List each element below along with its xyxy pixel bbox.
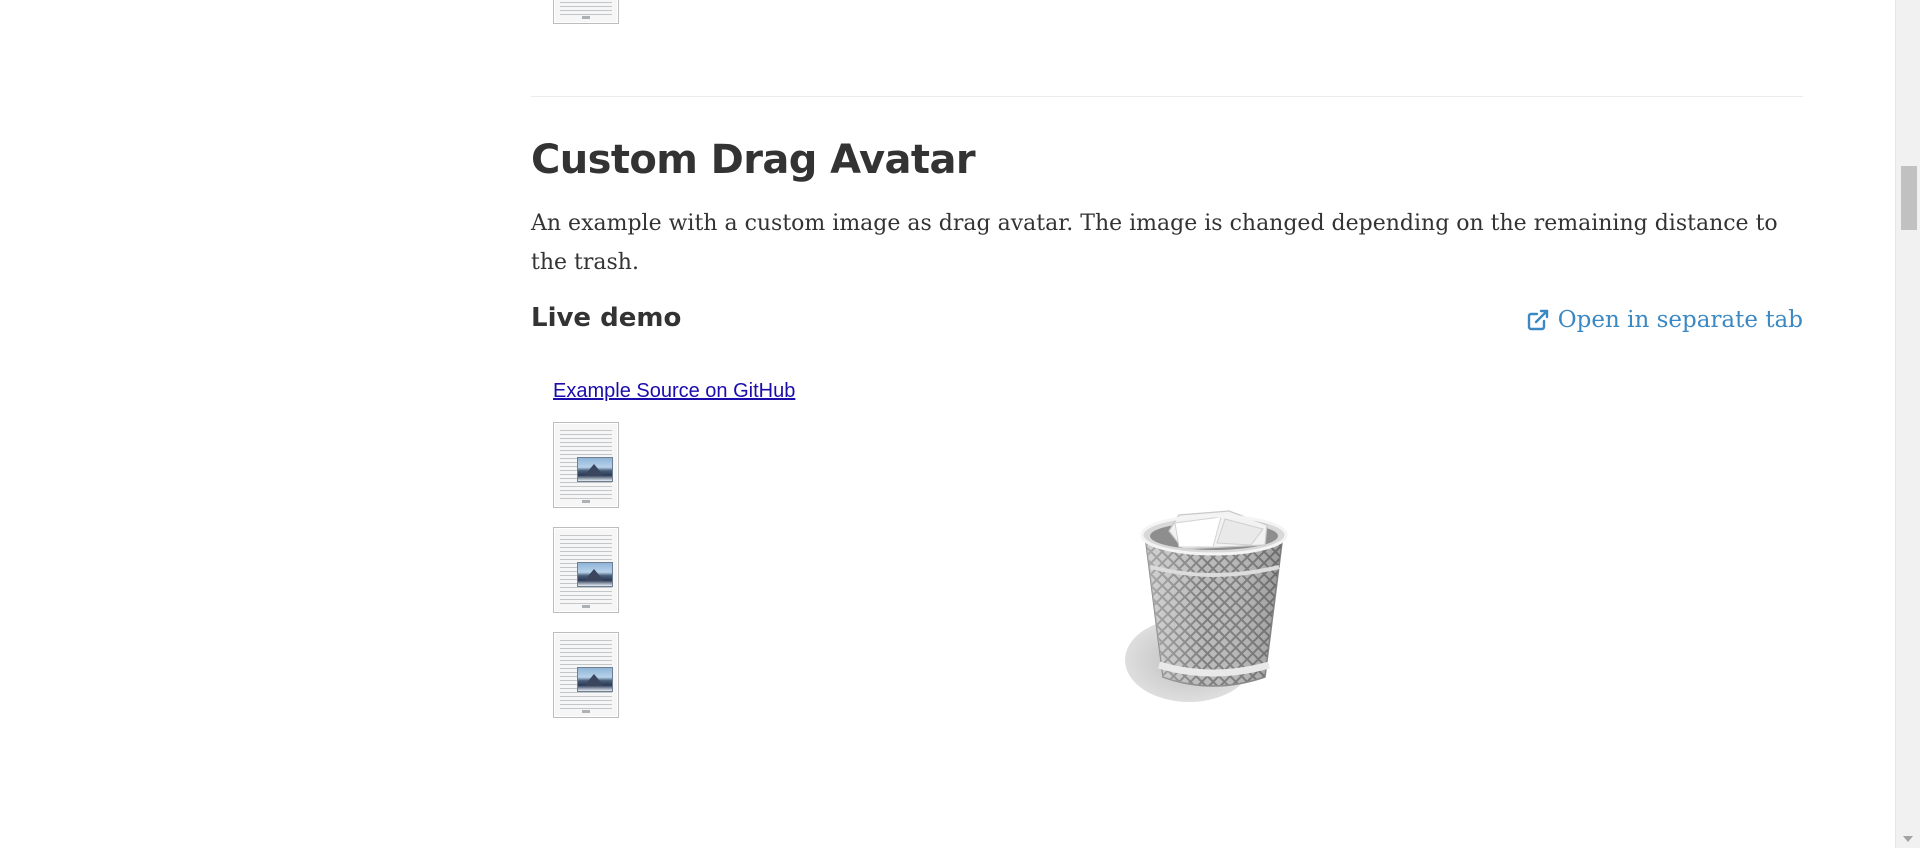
draggable-document-3[interactable]	[553, 632, 619, 718]
page: Custom Drag Avatar An example with a cus…	[0, 0, 1920, 848]
scrollbar-thumb[interactable]	[1901, 166, 1917, 230]
draggable-document-2[interactable]	[553, 527, 619, 613]
draggable-document-1[interactable]	[553, 422, 619, 508]
external-link-icon	[1527, 309, 1548, 331]
vertical-scrollbar[interactable]	[1895, 0, 1920, 848]
main-content: Custom Drag Avatar An example with a cus…	[531, 0, 1803, 848]
section-divider	[531, 96, 1803, 97]
section-title: Custom Drag Avatar	[531, 137, 976, 183]
example-source-github-link[interactable]: Example Source on GitHub	[553, 378, 795, 404]
live-demo-heading: Live demo	[531, 303, 682, 333]
scroll-down-arrow-icon[interactable]	[1903, 836, 1913, 842]
open-in-separate-tab-label: Open in separate tab	[1557, 307, 1803, 333]
open-in-separate-tab-link[interactable]: Open in separate tab	[1526, 302, 1803, 338]
section-description: An example with a custom image as drag a…	[531, 211, 1778, 275]
trash-bin-icon[interactable]	[1117, 505, 1311, 705]
previous-section-document-thumbnail[interactable]	[553, 0, 619, 24]
